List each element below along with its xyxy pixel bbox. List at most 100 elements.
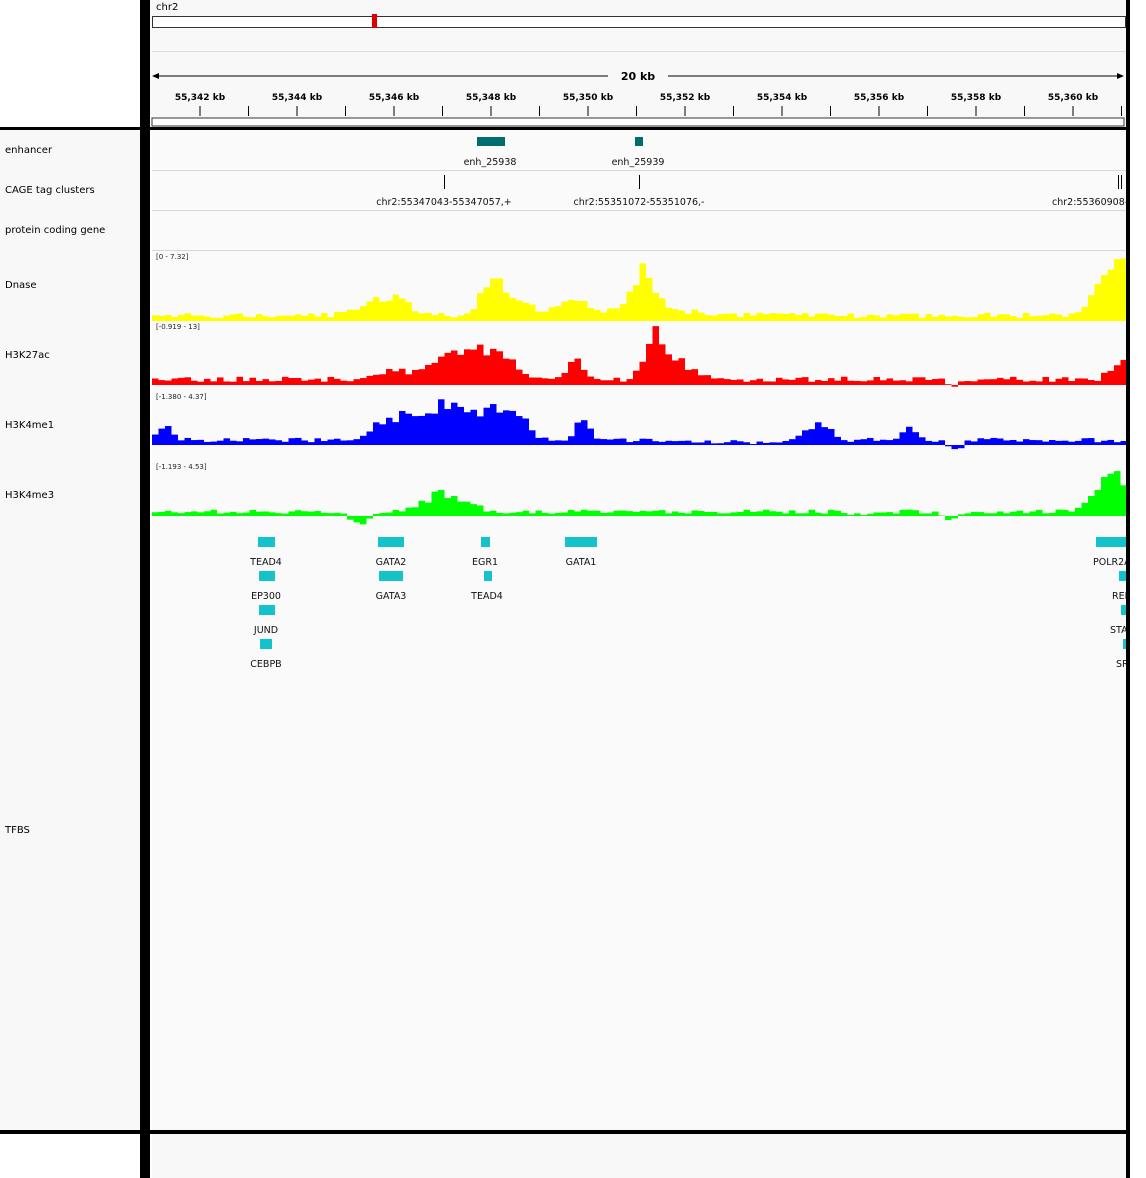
chromosome-ideogram[interactable] <box>152 16 1126 28</box>
signal-bar <box>587 308 594 321</box>
signal-bar <box>1003 440 1010 445</box>
signal-bar <box>776 511 783 516</box>
signal-bar <box>152 434 159 445</box>
signal-bar <box>470 409 477 445</box>
current-view-marker[interactable] <box>372 14 377 28</box>
signal-bar <box>906 313 913 321</box>
enhancer-feature[interactable] <box>477 137 505 146</box>
signal-bar <box>288 438 295 445</box>
tfbs-feature[interactable] <box>1121 605 1126 615</box>
signal-bar <box>438 313 445 321</box>
tfbs-feature[interactable] <box>378 537 404 547</box>
signal-bar <box>639 510 646 516</box>
track-name-dnase[interactable]: Dnase <box>5 280 37 291</box>
tfbs-feature[interactable] <box>1096 537 1126 547</box>
tfbs-feature[interactable] <box>484 571 492 581</box>
signal-bar <box>353 439 360 445</box>
signal-bar <box>464 501 471 516</box>
signal-bar <box>438 399 445 445</box>
track-name-enhancer[interactable]: enhancer <box>5 145 52 156</box>
tfbs-feature[interactable] <box>379 571 403 581</box>
signal-bar <box>886 440 893 445</box>
tfbs-feature[interactable] <box>260 639 272 649</box>
signal-bar <box>574 358 581 385</box>
signal-bar <box>646 277 653 321</box>
tfbs-feature[interactable] <box>258 537 275 547</box>
track-name-h3k4me3[interactable]: H3K4me3 <box>5 490 54 501</box>
signal-bar <box>347 309 354 321</box>
track-name-protein-coding-gene[interactable]: protein coding gene <box>5 225 105 236</box>
signal-bar <box>275 440 282 445</box>
footer-divider <box>0 1130 1130 1134</box>
signal-bar <box>1049 313 1056 321</box>
signal-bar <box>743 381 750 385</box>
signal-bar <box>906 426 913 445</box>
signal-bar <box>795 377 802 385</box>
signal-bar <box>964 440 971 445</box>
signal-bar <box>893 380 900 385</box>
track-name-tfbs[interactable]: TFBS <box>5 825 30 836</box>
signal-bar <box>379 301 386 321</box>
signal-bar <box>509 512 516 516</box>
signal-bar <box>587 376 594 385</box>
signal-bar <box>444 352 451 385</box>
signal-bar <box>620 438 627 445</box>
signal-bar <box>854 380 861 385</box>
signal-bar <box>503 292 510 321</box>
panel-divider[interactable] <box>140 0 150 1178</box>
signal-bar <box>750 512 757 516</box>
signal-bar <box>412 311 419 321</box>
tfbs-feature[interactable] <box>1119 571 1126 581</box>
signal-bar <box>1107 269 1114 321</box>
signal-bar <box>906 381 913 385</box>
signal-bar <box>197 439 204 445</box>
signal-bar <box>568 299 575 321</box>
signal-bar <box>971 511 978 516</box>
signal-bar <box>633 441 640 445</box>
track-name-h3k27ac[interactable]: H3K27ac <box>5 350 50 361</box>
cage-feature[interactable] <box>1121 175 1122 189</box>
tfbs-feature[interactable] <box>565 537 597 547</box>
signal-bar <box>1016 510 1023 516</box>
signal-bar <box>568 509 575 516</box>
enhancer-feature[interactable] <box>635 137 643 146</box>
signal-bar <box>516 512 523 516</box>
signal-bar <box>171 434 178 445</box>
signal-bar <box>665 513 672 516</box>
signal-bar <box>282 441 289 445</box>
signal-bar <box>314 438 321 445</box>
track-name-h3k4me1[interactable]: H3K4me1 <box>5 420 54 431</box>
tfbs-feature[interactable] <box>1123 639 1126 649</box>
signal-bar <box>945 516 952 521</box>
tfbs-feature[interactable] <box>259 605 275 615</box>
signal-bar <box>899 313 906 321</box>
signal-bar <box>425 502 432 516</box>
signal-bar <box>431 491 438 516</box>
signal-bar <box>184 437 191 445</box>
tfbs-feature[interactable] <box>481 537 490 547</box>
cage-feature[interactable] <box>639 175 640 189</box>
signal-bar <box>808 509 815 516</box>
signal-bar <box>178 513 185 516</box>
signal-bar <box>782 513 789 516</box>
signal-bar <box>223 512 230 516</box>
signal-bar <box>847 514 854 516</box>
cage-feature[interactable] <box>1118 175 1119 189</box>
signal-bar <box>561 301 568 321</box>
track-name-cage[interactable]: CAGE tag clusters <box>5 185 95 196</box>
tfbs-feature[interactable] <box>259 571 275 581</box>
signal-bar <box>607 380 614 385</box>
signal-bar <box>171 512 178 516</box>
signal-bar <box>548 378 555 385</box>
signal-bar <box>600 512 607 516</box>
signal-bar <box>652 510 659 516</box>
signal-bar <box>802 513 809 516</box>
signal-bar <box>912 432 919 445</box>
signal-bar <box>295 437 302 445</box>
signal-bar <box>1003 513 1010 516</box>
signal-bar <box>997 314 1004 321</box>
signal-bar <box>1107 439 1114 445</box>
signal-bar <box>542 378 549 385</box>
cage-feature[interactable] <box>444 175 445 189</box>
signal-bar <box>392 509 399 516</box>
